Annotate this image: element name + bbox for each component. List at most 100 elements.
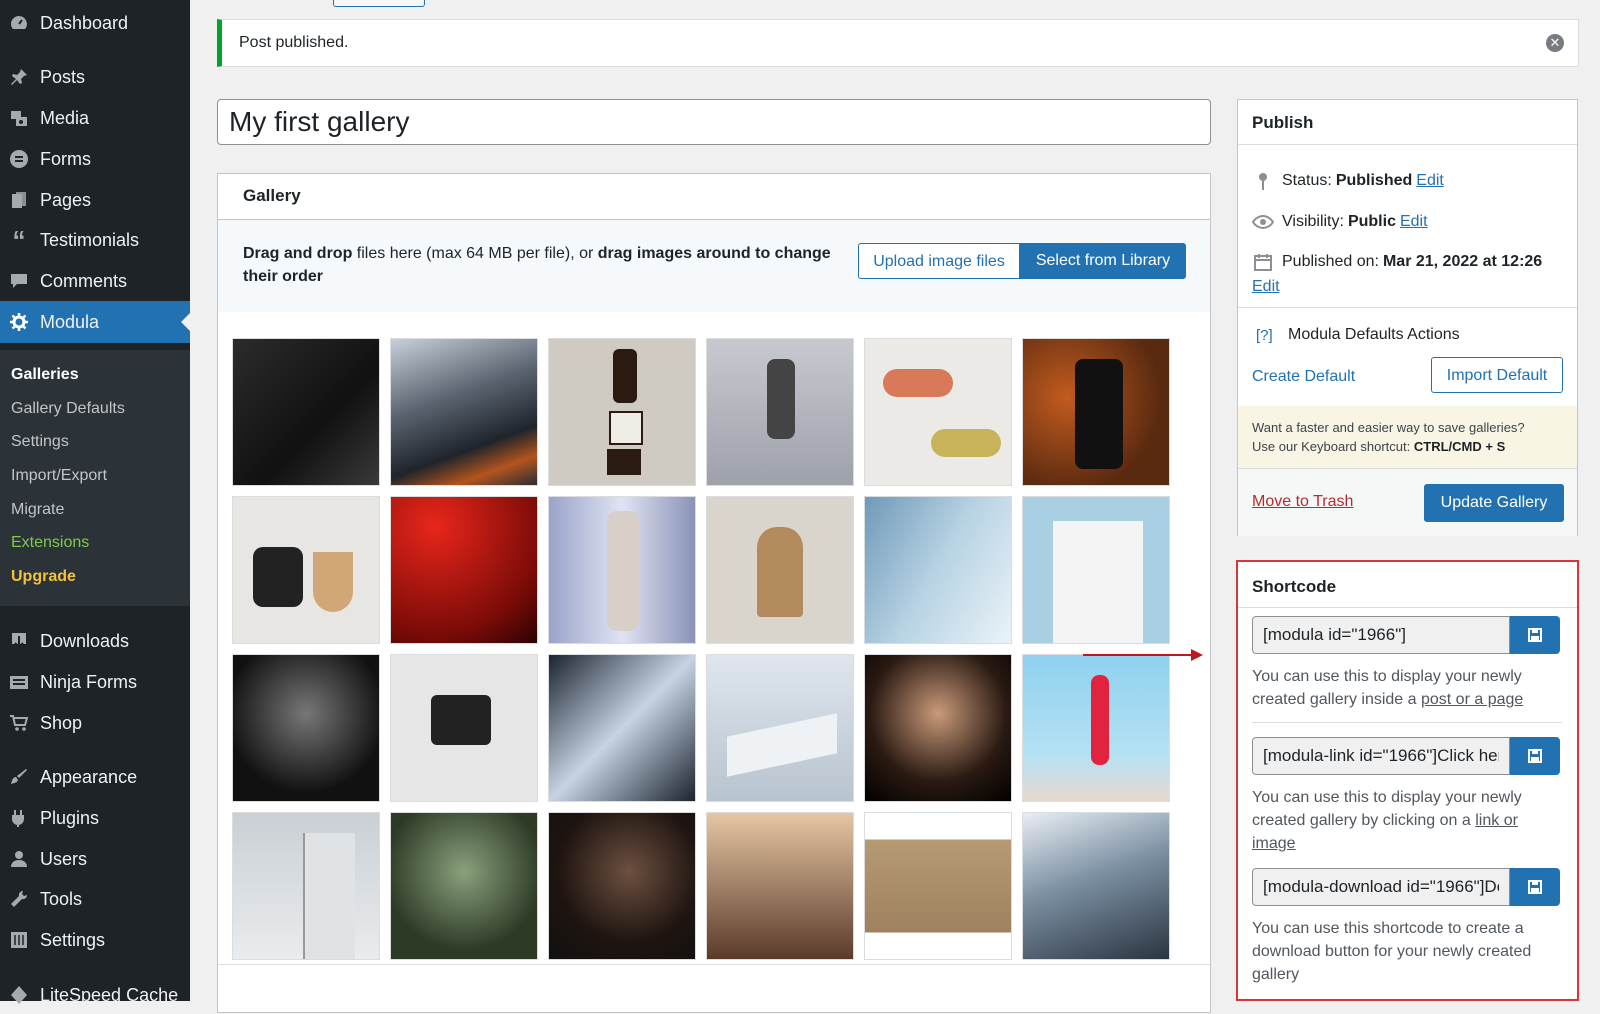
menu-pages[interactable]: Pages: [0, 181, 190, 219]
gallery-thumbnail[interactable]: [706, 338, 854, 486]
gear-icon: [8, 311, 30, 333]
menu-downloads[interactable]: Downloads: [0, 622, 190, 660]
menu-dashboard[interactable]: Dashboard: [0, 4, 190, 42]
menu-forms[interactable]: Forms: [0, 140, 190, 178]
gallery-metabox: Gallery Drag and drop files here (max 64…: [217, 173, 1211, 1013]
copy-icon[interactable]: [1510, 616, 1560, 654]
gallery-thumbnail[interactable]: [864, 654, 1012, 802]
upload-image-files-button[interactable]: Upload image files: [858, 243, 1020, 279]
gallery-thumbnail[interactable]: [548, 812, 696, 960]
gallery-thumbnail[interactable]: [1022, 812, 1170, 960]
pin-icon: [1252, 170, 1274, 192]
gallery-thumbnail[interactable]: [864, 496, 1012, 644]
edit-status-link[interactable]: Edit: [1416, 172, 1444, 190]
shortcode-field: [1252, 616, 1562, 654]
gallery-thumbnail[interactable]: [1022, 496, 1170, 644]
gallery-thumbnail[interactable]: [232, 654, 380, 802]
gallery-thumbnail[interactable]: [390, 338, 538, 486]
pages-icon: [8, 189, 30, 211]
submenu-gallery-defaults[interactable]: Gallery Defaults: [11, 400, 125, 418]
move-to-trash-link[interactable]: Move to Trash: [1252, 493, 1353, 511]
shortcode-description: You can use this to display your newly c…: [1252, 665, 1552, 711]
top-action-button[interactable]: [333, 0, 425, 7]
success-notice: Post published. ✕: [217, 19, 1579, 67]
update-gallery-button[interactable]: Update Gallery: [1424, 484, 1564, 522]
submenu-settings[interactable]: Settings: [11, 433, 69, 451]
menu-tools[interactable]: Tools: [0, 880, 190, 918]
visibility-value: Public: [1347, 213, 1396, 230]
submenu-upgrade[interactable]: Upgrade: [11, 568, 76, 586]
menu-appearance[interactable]: Appearance: [0, 758, 190, 796]
copy-icon[interactable]: [1510, 868, 1560, 906]
desc-text: You can use this shortcode to create a d…: [1252, 920, 1532, 983]
dismiss-icon[interactable]: ✕: [1546, 34, 1564, 52]
menu-label: Ninja Forms: [40, 671, 138, 692]
shortcode-download-input[interactable]: [1252, 868, 1510, 906]
menu-ninja-forms[interactable]: Ninja Forms: [0, 663, 190, 701]
menu-comments[interactable]: Comments: [0, 262, 190, 300]
menu-label: Media: [40, 107, 90, 128]
menu-settings[interactable]: Settings: [0, 921, 190, 959]
menu-plugins[interactable]: Plugins: [0, 799, 190, 837]
gallery-title-input[interactable]: [217, 99, 1211, 145]
post-or-page-link[interactable]: post or a page: [1421, 691, 1523, 708]
submenu-import-export[interactable]: Import/Export: [11, 467, 107, 485]
menu-label: Forms: [40, 148, 91, 169]
gallery-thumbnail[interactable]: [706, 812, 854, 960]
edit-visibility-link[interactable]: Edit: [1400, 213, 1428, 231]
shortcode-link-input[interactable]: [1252, 737, 1510, 775]
submenu-migrate[interactable]: Migrate: [11, 501, 64, 519]
note-line-1: Want a faster and easier way to save gal…: [1252, 420, 1525, 435]
calendar-icon: [1252, 251, 1274, 273]
admin-sidebar: Dashboard Posts Media Forms Pages “ Test…: [0, 0, 190, 1005]
gallery-thumbnail[interactable]: [232, 338, 380, 486]
menu-testimonials[interactable]: “ Testimonials: [0, 221, 190, 259]
gallery-thumbnail[interactable]: [548, 654, 696, 802]
create-default-link[interactable]: Create Default: [1252, 368, 1355, 386]
note-shortcut: CTRL/CMD + S: [1413, 439, 1506, 454]
shortcode-heading: Shortcode: [1252, 577, 1337, 596]
cart-icon: [8, 712, 30, 734]
submenu-galleries[interactable]: Galleries: [11, 366, 79, 384]
menu-label: Dashboard: [40, 12, 129, 33]
upload-bold-1: Drag and drop: [243, 245, 353, 262]
submenu-extensions[interactable]: Extensions: [11, 534, 89, 552]
gallery-thumbnail[interactable]: [390, 812, 538, 960]
gallery-thumbnail[interactable]: [232, 496, 380, 644]
brush-icon: [8, 766, 30, 788]
gallery-thumbnail[interactable]: [390, 496, 538, 644]
status-value: Published: [1335, 172, 1413, 189]
menu-modula[interactable]: Modula: [0, 301, 190, 343]
published-on-row: Published on: Mar 21, 2022 at 12:26: [1252, 251, 1546, 273]
gallery-thumbnail[interactable]: [864, 338, 1012, 486]
gallery-thumbnail[interactable]: [548, 338, 696, 486]
notice-text: Post published.: [239, 34, 349, 51]
menu-shop[interactable]: Shop: [0, 704, 190, 742]
gallery-thumbnail[interactable]: [548, 496, 696, 644]
visibility-row: Visibility: Public Edit: [1252, 211, 1428, 233]
shortcode-field: [1252, 868, 1562, 906]
gallery-thumbnail[interactable]: [706, 496, 854, 644]
upload-area[interactable]: Drag and drop files here (max 64 MB per …: [218, 220, 1210, 312]
gallery-thumbnail[interactable]: [1022, 338, 1170, 486]
menu-media[interactable]: Media: [0, 99, 190, 137]
gallery-thumbnail[interactable]: [1022, 654, 1170, 802]
edit-date-link[interactable]: Edit: [1252, 278, 1280, 296]
menu-posts[interactable]: Posts: [0, 58, 190, 96]
menu-litespeed[interactable]: LiteSpeed Cache: [0, 976, 190, 1014]
select-from-library-button[interactable]: Select from Library: [1020, 243, 1186, 279]
import-default-button[interactable]: Import Default: [1431, 357, 1563, 393]
divider: [1238, 144, 1577, 145]
upload-instructions: Drag and drop files here (max 64 MB per …: [243, 242, 843, 288]
menu-users[interactable]: Users: [0, 840, 190, 878]
shortcode-metabox: Shortcode You can use this to display yo…: [1236, 560, 1579, 1001]
gallery-thumbnail[interactable]: [864, 812, 1012, 960]
gallery-thumbnail[interactable]: [706, 654, 854, 802]
help-link[interactable]: [?]: [1256, 327, 1273, 344]
menu-label: Testimonials: [40, 229, 140, 250]
gallery-thumbnail[interactable]: [232, 812, 380, 960]
menu-label: LiteSpeed Cache: [40, 984, 179, 1005]
gallery-thumbnail[interactable]: [390, 654, 538, 802]
copy-icon[interactable]: [1510, 737, 1560, 775]
shortcode-input[interactable]: [1252, 616, 1510, 654]
